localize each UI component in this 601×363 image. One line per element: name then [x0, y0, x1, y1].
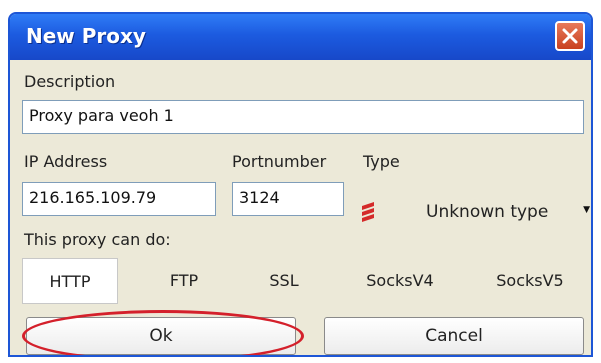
- ip-address-label: IP Address: [24, 152, 108, 171]
- cancel-button[interactable]: Cancel: [324, 317, 584, 355]
- type-label: Type: [363, 152, 400, 171]
- ip-address-input[interactable]: 216.165.109.79: [22, 182, 216, 216]
- type-icon: [362, 202, 374, 222]
- type-value: Unknown type: [426, 202, 549, 222]
- portnumber-label: Portnumber: [232, 152, 327, 171]
- close-icon: [562, 28, 578, 44]
- protocol-http[interactable]: HTTP: [22, 258, 118, 304]
- portnumber-input[interactable]: 3124: [232, 182, 344, 216]
- type-select[interactable]: Unknown type ▼: [360, 194, 591, 228]
- ok-highlight-annotation: [22, 310, 304, 355]
- dropdown-arrow-icon[interactable]: ▼: [583, 205, 590, 215]
- protocol-options: HTTP FTP SSL SocksV4 SocksV5: [22, 258, 584, 306]
- protocol-ssl[interactable]: SSL: [244, 258, 324, 304]
- protocol-ftp[interactable]: FTP: [144, 258, 224, 304]
- dialog-title: New Proxy: [26, 24, 146, 48]
- new-proxy-dialog: New Proxy Description Proxy para veoh 1 …: [8, 12, 593, 357]
- title-bar[interactable]: New Proxy: [10, 14, 591, 60]
- description-input[interactable]: Proxy para veoh 1: [22, 100, 584, 134]
- close-button[interactable]: [555, 21, 585, 51]
- description-label: Description: [24, 72, 116, 91]
- protocol-socksv5[interactable]: SocksV5: [480, 258, 580, 304]
- protocol-socksv4[interactable]: SocksV4: [350, 258, 450, 304]
- capabilities-label: This proxy can do:: [24, 230, 171, 249]
